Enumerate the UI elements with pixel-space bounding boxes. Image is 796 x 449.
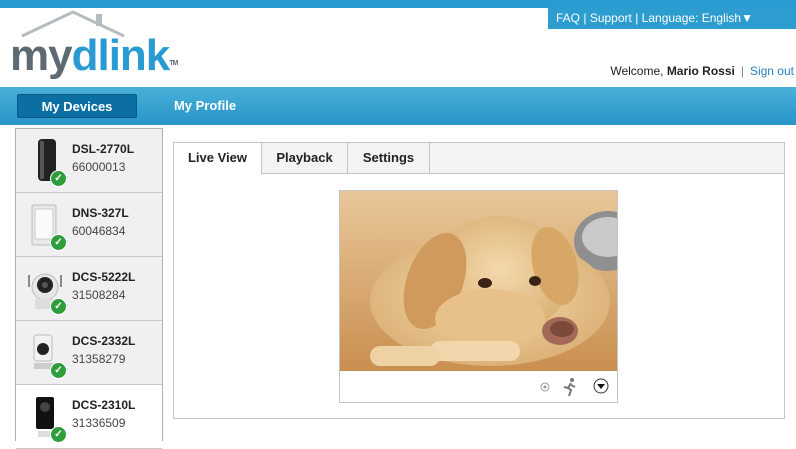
player-controls (340, 371, 617, 402)
device-serial: 66000013 (72, 160, 126, 174)
online-check-icon: ✓ (50, 234, 67, 251)
dropdown-arrow-icon[interactable] (593, 378, 609, 394)
support-link[interactable]: Support (590, 11, 632, 25)
tab-playback[interactable]: Playback (262, 143, 348, 173)
logo-dlink: dlink (71, 31, 171, 80)
device-item[interactable]: ✓ DCS-2332L 31358279 (16, 321, 162, 385)
device-item[interactable]: ✓ DSL-2770L 66000013 (16, 129, 162, 193)
device-item-selected[interactable]: ✓ DCS-2310L 31336509 (16, 385, 162, 449)
faq-link[interactable]: FAQ (556, 11, 580, 25)
welcome-area: Welcome, Mario Rossi | Sign out (610, 64, 794, 78)
online-check-icon: ✓ (50, 362, 67, 379)
sign-out-link[interactable]: Sign out (750, 64, 794, 78)
divider: | (740, 64, 744, 78)
user-name: Mario Rossi (666, 64, 735, 78)
device-name: DSL-2770L (72, 142, 135, 156)
panel-tabs: Live View Playback Settings (174, 143, 784, 174)
device-name: DCS-2310L (72, 398, 136, 412)
main-nav: My Devices My Profile (0, 87, 796, 125)
mydlink-logo[interactable]: mydlinkTM (10, 31, 178, 80)
logo-tm: TM (169, 60, 178, 67)
online-check-icon: ✓ (50, 426, 67, 443)
logo-my: my (10, 31, 73, 80)
device-name: DCS-2332L (72, 334, 136, 348)
device-name: DCS-5222L (72, 270, 136, 284)
device-serial: 31508284 (72, 288, 126, 302)
device-serial: 31336509 (72, 416, 126, 430)
online-check-icon: ✓ (50, 170, 67, 187)
device-name: DNS-327L (72, 206, 129, 220)
tab-my-devices[interactable]: My Devices (17, 94, 137, 118)
device-panel: Live View Playback Settings (173, 142, 785, 419)
device-list: ✓ DSL-2770L 66000013 ✓ DNS-327L 60046834… (15, 128, 163, 449)
welcome-prefix: Welcome, (610, 64, 664, 78)
motion-runner-icon[interactable] (562, 377, 578, 397)
top-links: FAQ | Support | Language: English▼ (548, 7, 796, 29)
live-view-player (339, 190, 618, 403)
record-dot-icon[interactable] (540, 382, 550, 392)
device-item[interactable]: ✓ DNS-327L 60046834 (16, 193, 162, 257)
device-serial: 60046834 (72, 224, 126, 238)
divider: | (583, 11, 587, 25)
online-check-icon: ✓ (50, 298, 67, 315)
tab-my-profile[interactable]: My Profile (160, 94, 250, 118)
chevron-down-icon: ▼ (741, 11, 753, 25)
tab-live-view[interactable]: Live View (174, 143, 262, 174)
device-item[interactable]: ✓ DCS-5222L 31508284 (16, 257, 162, 321)
device-serial: 31358279 (72, 352, 126, 366)
divider: | (635, 11, 639, 25)
dog-photo (340, 191, 617, 371)
language-label: Language: English (641, 11, 742, 25)
tab-settings[interactable]: Settings (348, 143, 430, 173)
language-selector[interactable]: Language: English▼ (642, 11, 753, 25)
